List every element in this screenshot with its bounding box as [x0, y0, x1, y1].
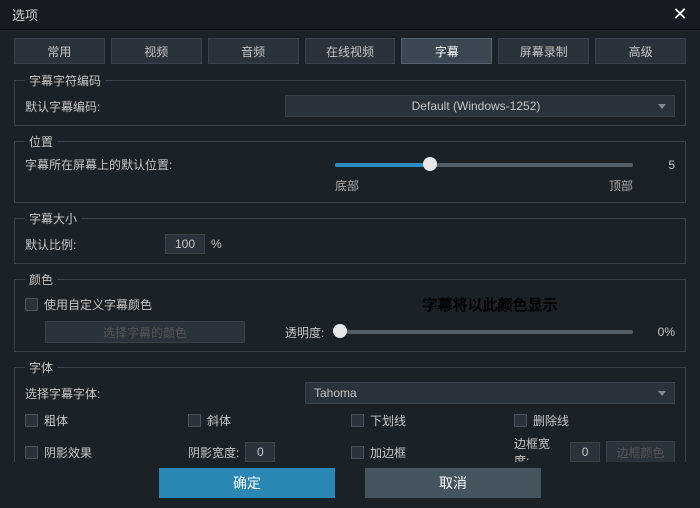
color-preview-text: 字幕将以此颜色显示	[305, 294, 675, 315]
size-suffix: %	[211, 237, 222, 251]
tab-1[interactable]: 视频	[111, 38, 202, 64]
encoding-value: Default (Windows-1252)	[294, 99, 658, 113]
ok-button[interactable]: 确定	[159, 468, 335, 498]
group-encoding-legend: 字幕字符编码	[25, 72, 105, 89]
group-color: 颜色 使用自定义字幕颜色 字幕将以此颜色显示 选择字幕的颜色 透明度: 0%	[14, 271, 686, 352]
chevron-down-icon	[658, 391, 666, 396]
border-label: 加边框	[370, 444, 406, 461]
bold-label: 粗体	[44, 412, 68, 429]
close-icon[interactable]: ✕	[668, 3, 692, 27]
encoding-dropdown[interactable]: Default (Windows-1252)	[285, 95, 675, 117]
shadow-label: 阴影效果	[44, 444, 92, 461]
window-title: 选项	[12, 5, 38, 24]
tab-0[interactable]: 常用	[14, 38, 105, 64]
titlebar: 选项 ✕	[0, 0, 700, 30]
underline-checkbox[interactable]	[351, 414, 364, 427]
tab-6[interactable]: 高级	[595, 38, 686, 64]
tab-2[interactable]: 音频	[208, 38, 299, 64]
shadow-checkbox[interactable]	[25, 446, 38, 459]
font-value: Tahoma	[314, 386, 357, 400]
font-dropdown[interactable]: Tahoma	[305, 382, 675, 404]
action-bar: 确定 取消	[0, 462, 700, 508]
strike-checkbox[interactable]	[514, 414, 527, 427]
encoding-label: 默认字幕编码:	[25, 98, 285, 115]
border-checkbox[interactable]	[351, 446, 364, 459]
use-custom-color-checkbox[interactable]	[25, 298, 38, 311]
content-area: 字幕字符编码 默认字幕编码: Default (Windows-1252) 位置…	[0, 70, 700, 462]
tab-3[interactable]: 在线视频	[305, 38, 396, 64]
cancel-button[interactable]: 取消	[365, 468, 541, 498]
bold-checkbox[interactable]	[25, 414, 38, 427]
choose-color-button: 选择字幕的颜色	[45, 321, 245, 343]
group-encoding: 字幕字符编码 默认字幕编码: Default (Windows-1252)	[14, 72, 686, 126]
opacity-slider[interactable]	[340, 330, 633, 334]
group-position-legend: 位置	[25, 133, 57, 150]
position-slider[interactable]	[335, 163, 633, 167]
chevron-down-icon	[658, 104, 666, 109]
position-min-label: 底部	[335, 177, 359, 194]
underline-label: 下划线	[370, 412, 406, 429]
italic-checkbox[interactable]	[188, 414, 201, 427]
italic-label: 斜体	[207, 412, 231, 429]
group-font: 字体 选择字幕字体: Tahoma 粗体 斜体 下划线 删除线 阴影效果 阴影宽…	[14, 359, 686, 462]
border-color-button: 边框颜色	[606, 441, 675, 462]
group-size: 字幕大小 默认比例: %	[14, 210, 686, 264]
opacity-value: 0%	[645, 325, 675, 339]
use-custom-color-label: 使用自定义字幕颜色	[44, 296, 152, 313]
size-label: 默认比例:	[25, 236, 165, 253]
size-input[interactable]	[165, 234, 205, 254]
border-width-input[interactable]	[570, 442, 600, 462]
position-label: 字幕所在屏幕上的默认位置:	[25, 156, 335, 173]
slider-thumb[interactable]	[423, 157, 437, 171]
position-value: 5	[645, 158, 675, 172]
opacity-label: 透明度:	[285, 324, 340, 341]
slider-thumb[interactable]	[333, 324, 347, 338]
shadow-width-input[interactable]	[245, 442, 275, 462]
tab-5[interactable]: 屏幕录制	[498, 38, 589, 64]
tab-4[interactable]: 字幕	[401, 38, 492, 64]
shadow-width-label: 阴影宽度:	[188, 444, 239, 461]
border-width-label: 边框宽度:	[514, 435, 564, 462]
group-font-legend: 字体	[25, 359, 57, 376]
strike-label: 删除线	[533, 412, 569, 429]
font-select-label: 选择字幕字体:	[25, 385, 305, 402]
position-max-label: 顶部	[609, 177, 633, 194]
tab-bar: 常用视频音频在线视频字幕屏幕录制高级	[0, 30, 700, 70]
group-position: 位置 字幕所在屏幕上的默认位置: 5 底部 顶部	[14, 133, 686, 203]
group-color-legend: 颜色	[25, 271, 57, 288]
group-size-legend: 字幕大小	[25, 210, 81, 227]
